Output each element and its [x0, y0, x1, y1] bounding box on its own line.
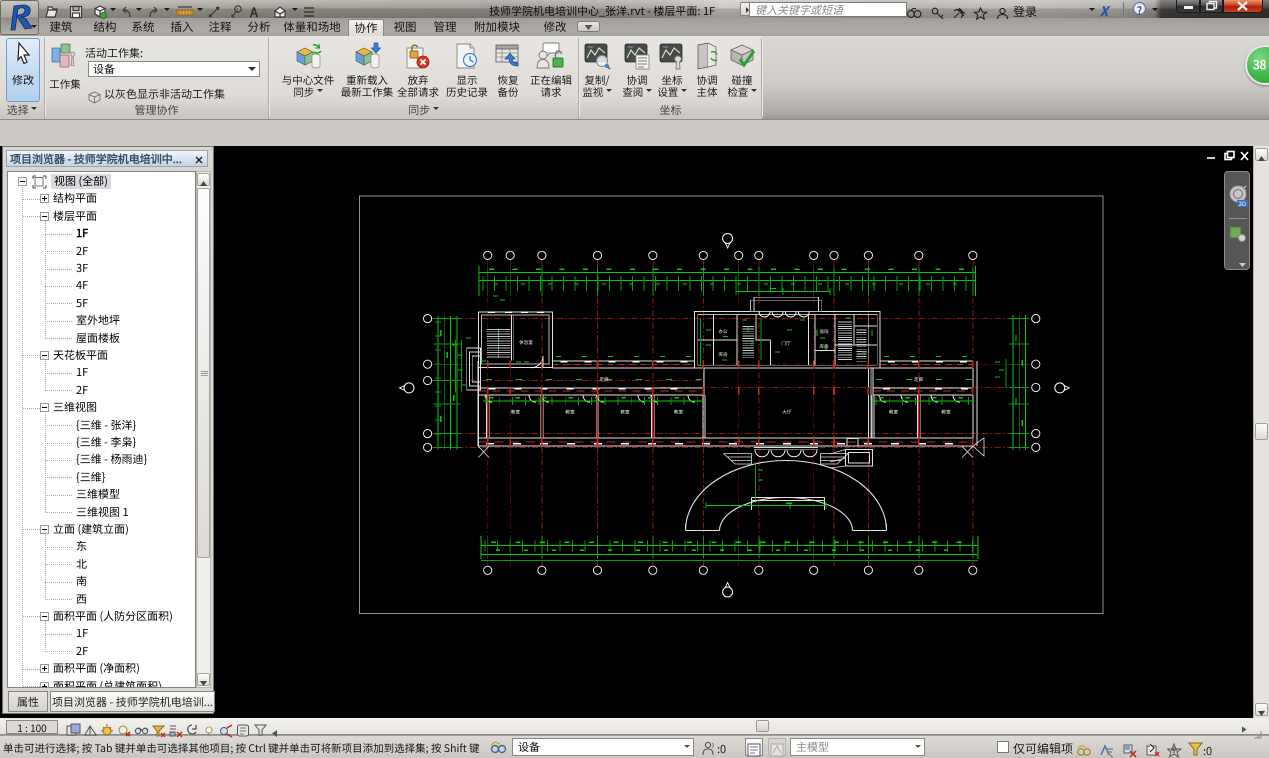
svg-text:门厅: 门厅 [781, 341, 791, 347]
svg-text:教室: 教室 [565, 410, 575, 416]
svg-text:休息室: 休息室 [519, 339, 533, 346]
svg-text:教室: 教室 [620, 410, 630, 416]
svg-text:办公: 办公 [718, 329, 728, 335]
svg-text:走廊: 走廊 [599, 377, 609, 383]
svg-text:值班: 值班 [819, 329, 829, 335]
svg-text:库房: 库房 [819, 344, 829, 350]
svg-text:A: A [249, 4, 259, 20]
svg-text:教室: 教室 [511, 410, 521, 416]
svg-text:教室: 教室 [674, 410, 684, 416]
svg-text:大厅: 大厅 [782, 410, 792, 416]
svg-text:教室: 教室 [941, 410, 951, 416]
svg-text:走廊: 走廊 [914, 377, 924, 383]
svg-text:库房: 库房 [718, 352, 728, 358]
svg-text:2D: 2D [1239, 199, 1246, 208]
svg-text:教室: 教室 [889, 410, 899, 416]
svg-text:1: 1 [236, 7, 239, 14]
